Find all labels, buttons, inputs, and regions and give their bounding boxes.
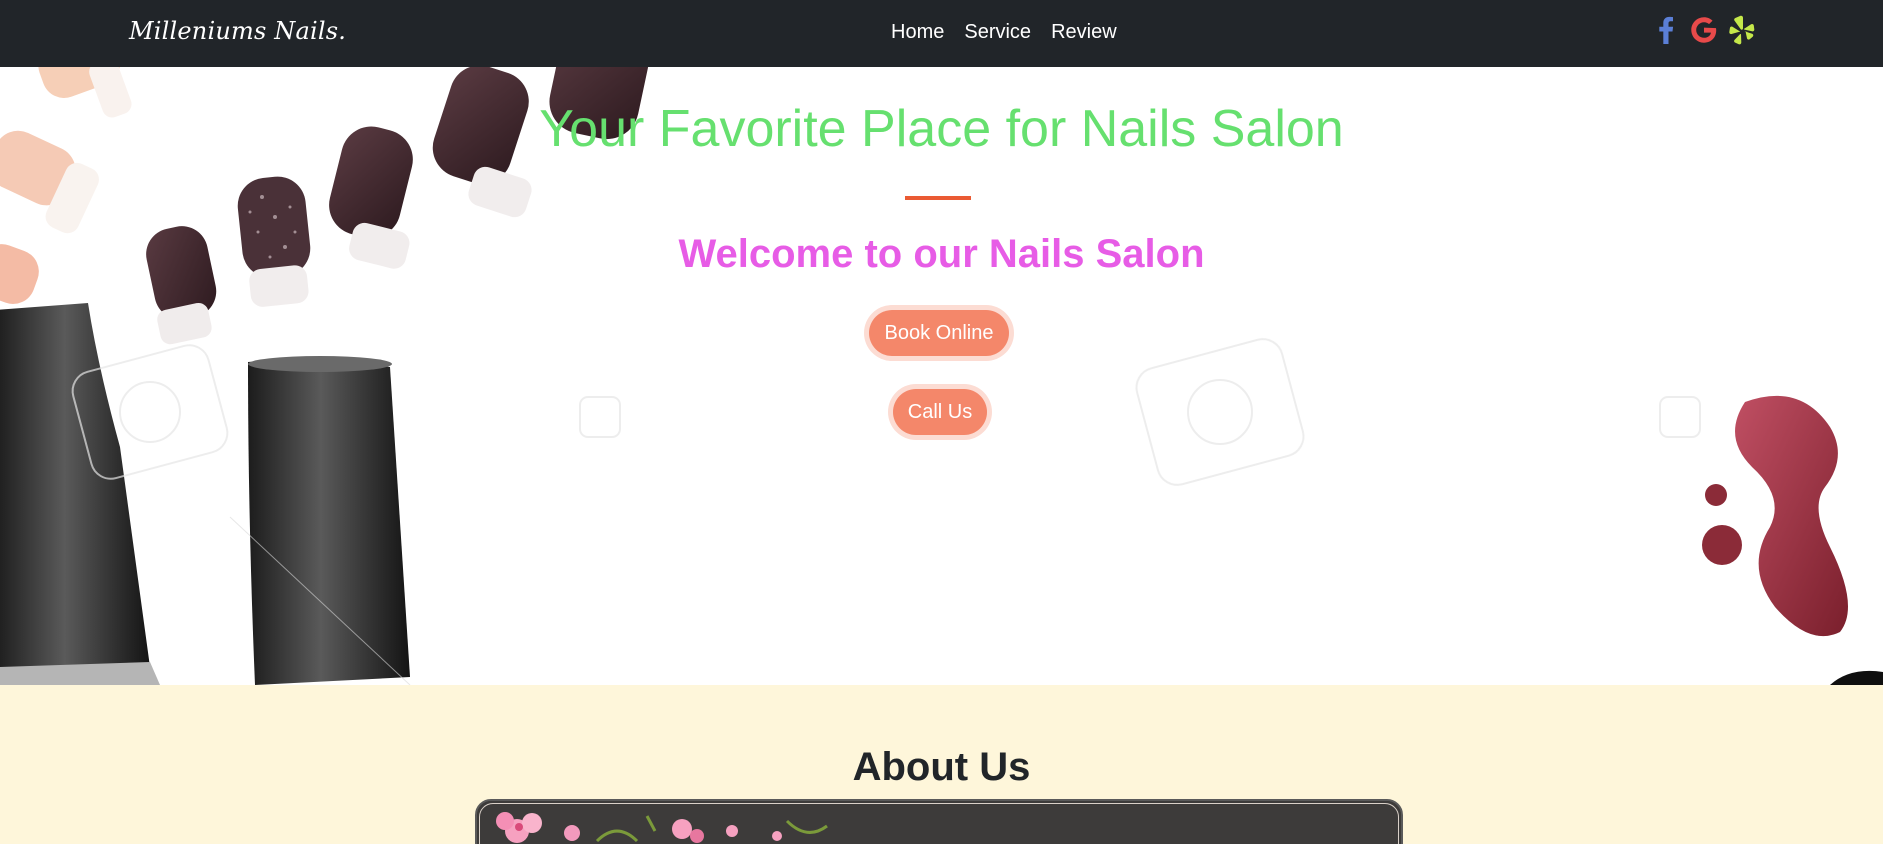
about-section: About Us (0, 685, 1883, 844)
hero-divider (905, 196, 971, 200)
nail-polish-background-image (0, 67, 1883, 685)
navbar: Milleniums Nails. Home Service Review (0, 0, 1883, 67)
nav-link-home[interactable]: Home (891, 21, 944, 44)
social-links (1652, 13, 1756, 47)
facebook-icon[interactable] (1652, 13, 1680, 47)
call-us-button[interactable]: Call Us (893, 389, 987, 435)
book-online-button[interactable]: Book Online (869, 310, 1009, 356)
yelp-icon[interactable] (1728, 13, 1756, 47)
hero-subtitle: Welcome to our Nails Salon (678, 232, 1205, 276)
floral-chalkboard-image (477, 801, 1401, 844)
about-image-frame (475, 799, 1403, 844)
nav-link-service[interactable]: Service (964, 21, 1031, 44)
hero-section: Your Favorite Place for Nails Salon Welc… (0, 67, 1883, 685)
brand-logo[interactable]: Milleniums Nails. (129, 17, 346, 45)
nav-links: Home Service Review (891, 21, 1117, 44)
nav-link-review[interactable]: Review (1051, 21, 1117, 44)
about-title: About Us (852, 745, 1031, 789)
hero-title: Your Favorite Place for Nails Salon (539, 100, 1344, 158)
google-icon[interactable] (1690, 13, 1718, 47)
